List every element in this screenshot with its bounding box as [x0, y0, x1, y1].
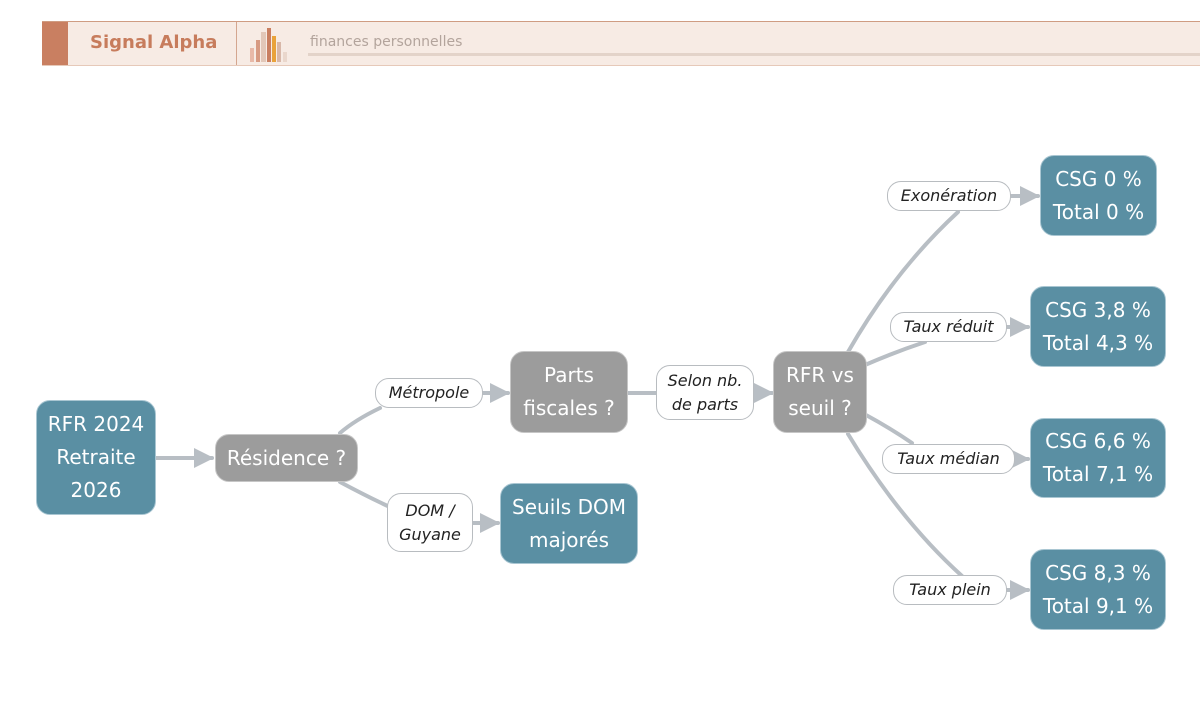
- label-exoneration: Exonération: [887, 181, 1011, 211]
- edge-rfr-tauxreduit: [863, 340, 927, 367]
- node-rfr-vs-seuil: RFR vs seuil ?: [773, 351, 867, 433]
- label-dom-guyane: DOM / Guyane: [387, 493, 473, 552]
- node-csg-3-8: CSG 3,8 % Total 4,3 %: [1030, 286, 1166, 367]
- node-residence: Résidence ?: [215, 434, 358, 482]
- label-metropole: Métropole: [375, 378, 483, 408]
- node-csg-8-3: CSG 8,3 % Total 9,1 %: [1030, 549, 1166, 630]
- node-parts-fiscales: Parts fiscales ?: [510, 351, 628, 433]
- node-csg-0: CSG 0 % Total 0 %: [1040, 155, 1157, 236]
- label-taux-median: Taux médian: [882, 444, 1015, 474]
- edge-residence-metropole: [338, 406, 382, 435]
- node-seuils-dom: Seuils DOM majorés: [500, 483, 638, 564]
- edge-rfr-tauxmedian: [864, 413, 914, 445]
- label-taux-reduit: Taux réduit: [890, 312, 1007, 342]
- label-taux-plein: Taux plein: [893, 575, 1007, 605]
- node-csg-6-6: CSG 6,6 % Total 7,1 %: [1030, 418, 1166, 498]
- edge-residence-dom: [338, 480, 394, 510]
- node-rfr-2024-retraite: RFR 2024 Retraite 2026: [36, 400, 156, 515]
- label-selon-nb-parts: Selon nb. de parts: [656, 365, 754, 420]
